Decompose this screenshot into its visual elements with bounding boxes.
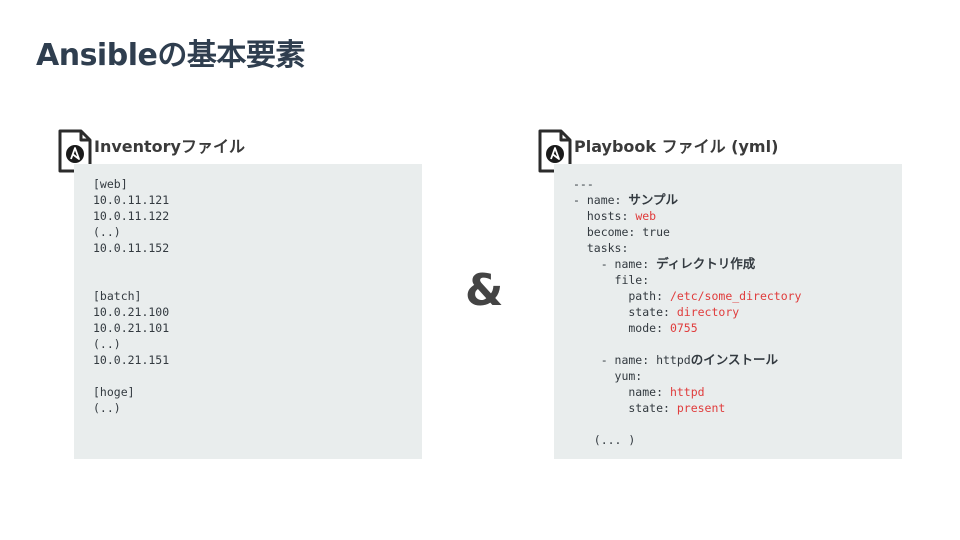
code-line: - name: httpdのインストール xyxy=(573,352,778,367)
inventory-lines: [web] 10.0.11.121 10.0.11.122 (..) 10.0.11.1… xyxy=(74,164,422,416)
code-line: 10.0.11.122 xyxy=(93,209,170,223)
code-line: 10.0.21.101 xyxy=(93,321,170,335)
code-line: [hoge] xyxy=(93,385,135,399)
code-line: tasks: xyxy=(573,241,629,255)
slide-title: Ansibleの基本要素 xyxy=(36,38,305,73)
code-line: state: present xyxy=(573,401,726,415)
code-line: become: true xyxy=(573,225,670,239)
code-line: state: directory xyxy=(573,305,740,319)
code-line: [batch] xyxy=(93,289,142,303)
code-line: (..) xyxy=(93,225,121,239)
code-line: - name: ディレクトリ作成 xyxy=(573,256,756,271)
code-line: 10.0.21.100 xyxy=(93,305,170,319)
code-line: (..) xyxy=(93,401,121,415)
code-line: 10.0.11.121 xyxy=(93,193,170,207)
code-line: hosts: web xyxy=(573,209,657,223)
code-line: (... ) xyxy=(573,433,636,447)
code-line: - name: サンプル xyxy=(573,192,679,207)
playbook-code-block: --- - name: サンプル hosts: web become: true… xyxy=(554,164,902,459)
code-line: 10.0.11.152 xyxy=(93,241,170,255)
code-line: mode: 0755 xyxy=(573,321,698,335)
code-line: yum: xyxy=(573,369,643,383)
playbook-label: Playbook ファイル (yml) xyxy=(574,137,779,156)
inventory-code-block: [web] 10.0.11.121 10.0.11.122 (..) 10.0.11.1… xyxy=(74,164,422,459)
code-line: (..) xyxy=(93,337,121,351)
code-line: path: /etc/some_directory xyxy=(573,289,802,303)
inventory-label: Inventoryファイル xyxy=(94,137,245,156)
code-line: 10.0.21.151 xyxy=(93,353,170,367)
code-line: file: xyxy=(573,273,650,287)
code-line: [web] xyxy=(93,177,128,191)
code-line: --- xyxy=(573,177,594,191)
code-line: name: httpd xyxy=(573,385,705,399)
ampersand-symbol: & xyxy=(465,265,504,316)
